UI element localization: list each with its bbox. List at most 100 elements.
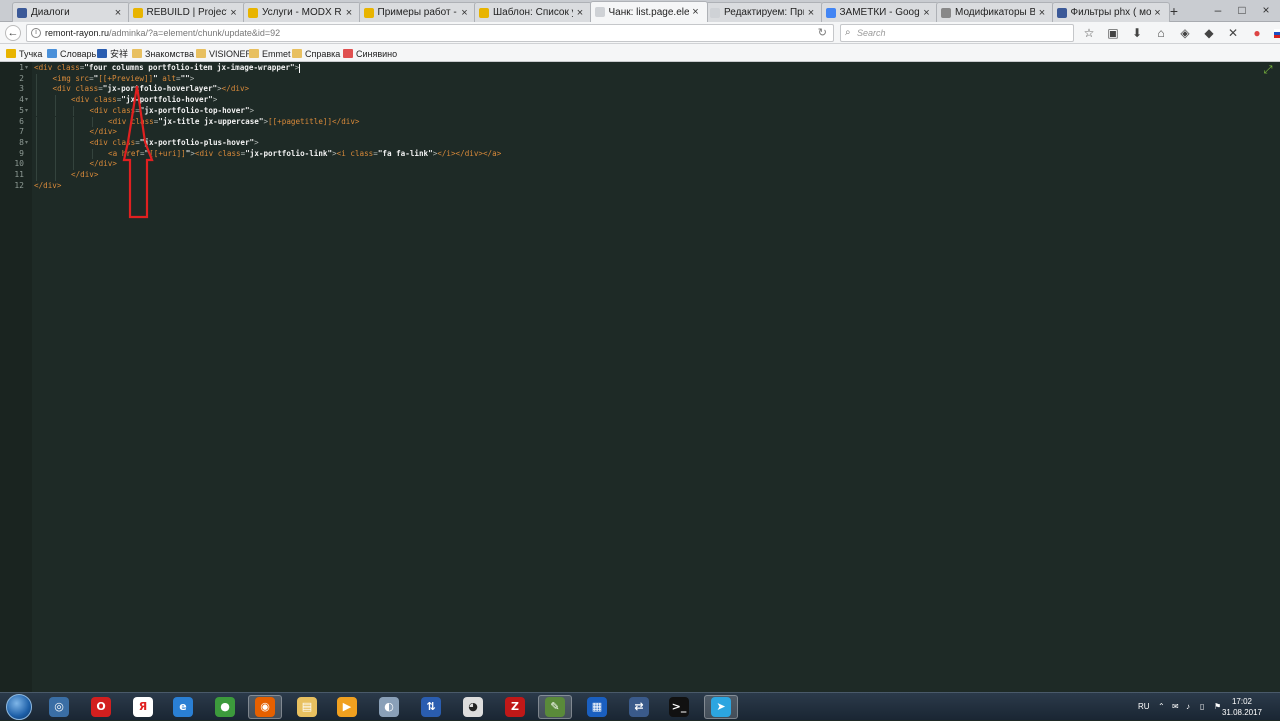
tab-close-icon[interactable]: × xyxy=(113,7,123,19)
bookmark-item[interactable]: Тучка xyxy=(6,47,42,60)
pocket-icon[interactable]: ◈ xyxy=(1178,26,1192,40)
tab-close-icon[interactable]: × xyxy=(922,7,932,19)
bookmark-item[interactable]: VISIONER xyxy=(196,47,252,60)
notification-icon[interactable]: ✉ xyxy=(1172,693,1179,721)
browser-tab[interactable]: Диалоги × xyxy=(12,2,130,22)
home-icon[interactable]: ⌂ xyxy=(1154,26,1168,40)
code-line[interactable]: </div> xyxy=(90,127,117,138)
bookmark-item[interactable]: 安祥 xyxy=(97,47,128,60)
bookmark-item[interactable]: Словарь xyxy=(47,47,96,60)
tab-close-icon[interactable]: × xyxy=(575,7,585,19)
browser-tab[interactable]: Примеры работ - M× xyxy=(358,2,477,22)
close-icon[interactable]: ✕ xyxy=(1226,26,1240,40)
filezilla-taskbar-button[interactable]: Z xyxy=(498,695,532,719)
transfer-taskbar-button[interactable]: ⇄ xyxy=(622,695,656,719)
system-clock[interactable]: 17:02 31.08.2017 xyxy=(1220,696,1264,718)
browser-globe-taskbar-button[interactable]: ◎ xyxy=(42,695,76,719)
sync-icon[interactable]: ◆ xyxy=(1202,26,1216,40)
code-token: "jx-portfolio-top-hover" xyxy=(139,105,250,115)
fold-toggle-icon[interactable]: ▾ xyxy=(25,138,28,149)
grid-app-taskbar-button[interactable]: ▦ xyxy=(580,695,614,719)
code-line[interactable]: <a href="[[+uri]]"><div class="jx-portfo… xyxy=(108,149,501,160)
bookmark-item[interactable]: Emmet xyxy=(249,47,291,60)
volume-icon[interactable]: ♪ xyxy=(1186,693,1190,721)
search-input[interactable]: ⌕ Search xyxy=(840,24,1074,42)
tab-close-icon[interactable]: × xyxy=(229,7,239,19)
download-icon[interactable]: ⬇ xyxy=(1130,26,1144,40)
star-icon[interactable]: ☆ xyxy=(1082,26,1096,40)
show-hidden-icons-icon[interactable]: ⌃ xyxy=(1158,693,1165,721)
tab-close-icon[interactable]: × xyxy=(806,7,816,19)
telegram-taskbar-button[interactable]: ➤ xyxy=(704,695,738,719)
notepad-taskbar-button[interactable]: ✎ xyxy=(538,695,572,719)
minimize-button[interactable]: – xyxy=(1206,0,1230,20)
fold-toggle-icon[interactable]: ▾ xyxy=(25,95,28,106)
firefox-taskbar-button[interactable]: ◉ xyxy=(248,695,282,719)
browser-tab[interactable]: Шаблон: Список услуг |× xyxy=(474,2,592,22)
clipboard-icon[interactable]: ▣ xyxy=(1106,26,1120,40)
tab-close-icon[interactable]: × xyxy=(691,6,701,18)
language-indicator[interactable]: RU xyxy=(1138,693,1150,721)
indent-guide xyxy=(73,148,74,160)
indent-guide xyxy=(36,127,37,138)
site-info-icon[interactable]: i xyxy=(31,28,41,38)
network-taskbar-button[interactable]: ⇅ xyxy=(414,695,448,719)
flag-ru-icon[interactable] xyxy=(1274,29,1280,38)
indent-guide xyxy=(36,116,37,128)
code-line[interactable]: </div> xyxy=(90,159,117,170)
bookmark-item[interactable]: Справка xyxy=(292,47,340,60)
bookmark-item[interactable]: Синявино xyxy=(343,47,397,60)
fold-toggle-icon[interactable]: ▾ xyxy=(25,106,28,117)
code-line[interactable]: <div class="jx-portfolio-top-hover"> xyxy=(90,106,255,117)
chrome-icon[interactable]: ● xyxy=(1250,26,1264,40)
browser-tab[interactable]: Редактируем: Примеры× xyxy=(705,2,823,22)
explorer-folder-taskbar-button[interactable]: ▤ xyxy=(290,695,324,719)
reload-icon[interactable]: ↻ xyxy=(818,25,827,41)
terminal-taskbar-button[interactable]: >_ xyxy=(662,695,696,719)
close-window-button[interactable]: × xyxy=(1254,0,1278,20)
browser-tab[interactable]: ЗАМЕТКИ - Google D× xyxy=(820,2,939,22)
indent-guide xyxy=(54,116,56,128)
code-editor[interactable]: 1 ▾ 2 3 4 ▾ 5 ▾ 6 7 8 ▾ 9 10 11 12 <div class="four col… xyxy=(0,62,1280,692)
github-taskbar-button[interactable]: ◕ xyxy=(456,695,490,719)
line-number: 10 xyxy=(14,159,24,169)
new-tab-button[interactable]: + xyxy=(1166,3,1182,19)
tab-close-icon[interactable]: × xyxy=(460,7,470,19)
code-token: class xyxy=(56,63,80,72)
chrome-taskbar-button[interactable]: ● xyxy=(208,695,242,719)
address-bar[interactable]: i remont-rayon.ru/adminka/?a=element/chu… xyxy=(26,24,834,42)
tab-close-icon[interactable]: × xyxy=(344,7,354,19)
media-player-taskbar-button[interactable]: ▶ xyxy=(330,695,364,719)
code-line[interactable]: <img src="[[+Preview]]" alt=""> xyxy=(53,74,195,85)
code-line[interactable]: </div> xyxy=(34,181,61,192)
browser-tab[interactable]: Услуги - MODX Revo× xyxy=(243,2,361,22)
filezilla-icon: Z xyxy=(505,697,525,717)
code-line[interactable]: <div class="jx-portfolio-plus-hover"> xyxy=(90,138,259,149)
fullscreen-expand-icon[interactable]: ⤢ xyxy=(1262,64,1274,76)
code-token: > xyxy=(212,95,218,105)
browser-tab[interactable]: Фильтры phx ( модис× xyxy=(1051,2,1170,22)
bookmark-item[interactable]: Знакомства xyxy=(132,47,194,60)
code-token: "four columns portfolio-item jx-image-wr… xyxy=(84,63,295,72)
browser-tab[interactable]: Чанк: list.page.element |× xyxy=(589,1,708,22)
fold-toggle-icon[interactable]: ▾ xyxy=(25,63,28,74)
tab-close-icon[interactable]: × xyxy=(1153,7,1163,19)
code-line[interactable]: <div class="jx-portfolio-hoverlayer"></d… xyxy=(53,84,250,95)
tab-close-icon[interactable]: × xyxy=(1037,7,1047,19)
code-line[interactable]: <div class="jx-portfolio-hover"> xyxy=(71,95,217,106)
yandex-taskbar-button[interactable]: Я xyxy=(126,695,160,719)
back-button[interactable]: ← xyxy=(5,25,21,41)
maximize-button[interactable]: □ xyxy=(1230,0,1254,20)
code-line[interactable]: <div class="jx-title jx-uppercase">[[+pa… xyxy=(108,117,359,128)
code-line[interactable]: </div> xyxy=(71,170,98,181)
battery-icon[interactable]: ▯ xyxy=(1200,693,1204,721)
start-button[interactable] xyxy=(6,694,32,720)
browser-tab[interactable]: REBUILD | Projects × xyxy=(127,2,246,22)
tab-label: Услуги - MODX Revo xyxy=(262,7,342,18)
disc-taskbar-button[interactable]: ◐ xyxy=(372,695,406,719)
browser-tab[interactable]: Модификаторы Выв× xyxy=(936,2,1054,22)
opera-taskbar-button[interactable]: O xyxy=(84,695,118,719)
indent-guide xyxy=(36,170,37,181)
ie-taskbar-button[interactable]: e xyxy=(166,695,200,719)
code-line[interactable]: <div class="four columns portfolio-item … xyxy=(34,63,301,74)
